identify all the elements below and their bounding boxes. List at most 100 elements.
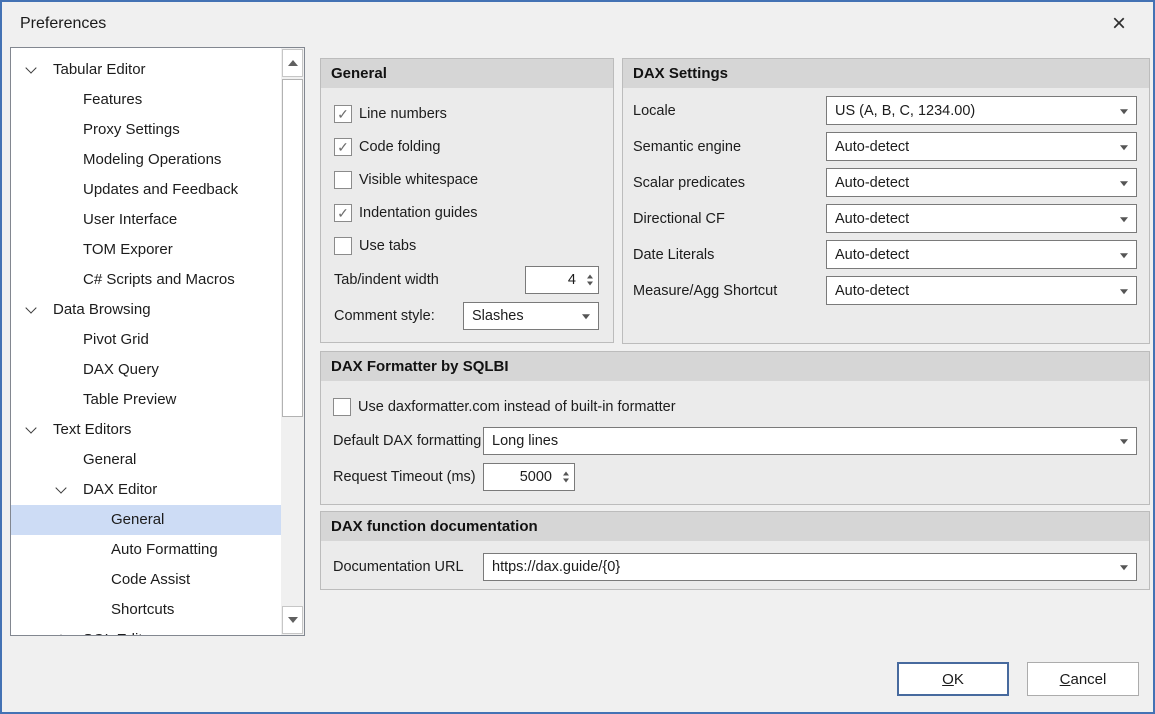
- tab-indent-width-row: Tab/indent width 4: [334, 266, 599, 294]
- use-daxformatter-row[interactable]: Use daxformatter.com instead of built-in…: [333, 397, 1137, 417]
- ok-button[interactable]: OK: [897, 662, 1009, 696]
- tree-item-c-scripts-and-macros[interactable]: C# Scripts and Macros: [11, 265, 281, 295]
- group-dax-docs-title: DAX function documentation: [321, 512, 1149, 541]
- setting-label: Measure/Agg Shortcut: [633, 283, 826, 299]
- tree-item-label: Data Browsing: [11, 295, 281, 325]
- tree-item-dax-query[interactable]: DAX Query: [11, 355, 281, 385]
- group-dax-docs: DAX function documentation Documentation…: [320, 511, 1150, 590]
- checkbox-checked-icon[interactable]: ✓: [334, 138, 352, 156]
- use-daxformatter-checkbox[interactable]: [333, 398, 351, 416]
- default-formatting-row: Default DAX formatting Long lines: [333, 427, 1137, 455]
- tree-item-features[interactable]: Features: [11, 85, 281, 115]
- tree-scrollbar[interactable]: [281, 48, 304, 635]
- preferences-dialog: Preferences × Tabular EditorFeaturesProx…: [0, 0, 1155, 714]
- checkbox-row-visible-whitespace[interactable]: Visible whitespace: [334, 163, 599, 196]
- tree-item-proxy-settings[interactable]: Proxy Settings: [11, 115, 281, 145]
- tree-item-general[interactable]: General: [11, 505, 281, 535]
- tree-item-modeling-operations[interactable]: Modeling Operations: [11, 145, 281, 175]
- documentation-url-combobox[interactable]: https://dax.guide/{0}: [483, 553, 1137, 581]
- date-literals-dropdown[interactable]: Auto-detect: [826, 240, 1137, 269]
- group-dax-settings-title: DAX Settings: [623, 59, 1149, 88]
- dropdown-value: Auto-detect: [835, 175, 909, 191]
- tree-item-label: Pivot Grid: [11, 325, 281, 355]
- scrollbar-thumb[interactable]: [282, 79, 303, 417]
- tree-item-shortcuts[interactable]: Shortcuts: [11, 595, 281, 625]
- tab-indent-width-spinner[interactable]: 4: [525, 266, 599, 294]
- tree-item-pivot-grid[interactable]: Pivot Grid: [11, 325, 281, 355]
- checkbox-row-indentation-guides[interactable]: ✓Indentation guides: [334, 196, 599, 229]
- tree-item-table-preview[interactable]: Table Preview: [11, 385, 281, 415]
- spin-up-icon[interactable]: [563, 472, 569, 476]
- scalar-predicates-dropdown[interactable]: Auto-detect: [826, 168, 1137, 197]
- default-formatting-label: Default DAX formatting: [333, 433, 483, 449]
- setting-row-locale: Locale US (A, B, C, 1234.00): [633, 96, 1137, 125]
- tree-item-updates-and-feedback[interactable]: Updates and Feedback: [11, 175, 281, 205]
- chevron-down-icon: [582, 314, 590, 319]
- chevron-down-icon: [1120, 217, 1128, 222]
- chevron-down-icon: [1120, 289, 1128, 294]
- tree-item-label: Updates and Feedback: [11, 175, 281, 205]
- spin-down-icon[interactable]: [563, 479, 569, 483]
- tree-item-tom-exporer[interactable]: TOM Exporer: [11, 235, 281, 265]
- spinner-arrows[interactable]: [563, 472, 569, 483]
- dropdown-value: Auto-detect: [835, 139, 909, 155]
- tree-item-label: DAX Query: [11, 355, 281, 385]
- directional-cf-dropdown[interactable]: Auto-detect: [826, 204, 1137, 233]
- spin-down-icon[interactable]: [587, 282, 593, 286]
- group-general-title: General: [321, 59, 613, 88]
- checkbox-checked-icon[interactable]: ✓: [334, 204, 352, 222]
- checkbox-checked-icon[interactable]: ✓: [334, 105, 352, 123]
- tree-item-dax-editor[interactable]: DAX Editor: [11, 475, 281, 505]
- spinner-value: 5000: [520, 469, 552, 485]
- checkbox-label: Code folding: [359, 139, 440, 155]
- tree-item-label: Code Assist: [11, 565, 281, 595]
- chevron-down-icon: [1120, 253, 1128, 258]
- request-timeout-label: Request Timeout (ms): [333, 469, 483, 485]
- close-icon[interactable]: ×: [1101, 8, 1137, 40]
- tree-item-tabular-editor[interactable]: Tabular Editor: [11, 55, 281, 85]
- title-bar[interactable]: Preferences ×: [2, 2, 1153, 46]
- comment-style-dropdown[interactable]: Slashes: [463, 302, 599, 330]
- checkbox-unchecked-icon[interactable]: [334, 237, 352, 255]
- checkbox-row-code-folding[interactable]: ✓ Code folding: [334, 130, 599, 163]
- tree-item-text-editors[interactable]: Text Editors: [11, 415, 281, 445]
- tree-item-data-browsing[interactable]: Data Browsing: [11, 295, 281, 325]
- semantic-engine-dropdown[interactable]: Auto-detect: [826, 132, 1137, 161]
- ok-button-label: OK: [942, 671, 964, 688]
- cancel-button-label: Cancel: [1060, 671, 1107, 688]
- spin-up-icon[interactable]: [587, 275, 593, 279]
- setting-label: Semantic engine: [633, 139, 826, 155]
- cancel-button[interactable]: Cancel: [1027, 662, 1139, 696]
- tree-item-label: DAX Editor: [11, 475, 281, 505]
- comment-style-row: Comment style: Slashes: [334, 302, 599, 330]
- checkbox-label: Line numbers: [359, 106, 447, 122]
- tree-item-label: General: [11, 505, 281, 535]
- setting-label: Locale: [633, 103, 826, 119]
- checkbox-row-line-numbers[interactable]: ✓ Line numbers: [334, 97, 599, 130]
- documentation-url-row: Documentation URL https://dax.guide/{0}: [333, 553, 1137, 581]
- dropdown-value: US (A, B, C, 1234.00): [835, 103, 975, 119]
- locale-dropdown[interactable]: US (A, B, C, 1234.00): [826, 96, 1137, 125]
- scroll-down-button[interactable]: [282, 606, 303, 634]
- default-formatting-dropdown[interactable]: Long lines: [483, 427, 1137, 455]
- group-dax-formatter-title: DAX Formatter by SQLBI: [321, 352, 1149, 381]
- default-formatting-value: Long lines: [492, 433, 558, 449]
- tree-item-sql-editor[interactable]: SQL Editor: [11, 625, 281, 635]
- tree-item-user-interface[interactable]: User Interface: [11, 205, 281, 235]
- spinner-arrows[interactable]: [587, 275, 593, 286]
- tree-item-label: Proxy Settings: [11, 115, 281, 145]
- scroll-up-button[interactable]: [282, 49, 303, 77]
- comment-style-value: Slashes: [472, 308, 524, 324]
- tree-item-general[interactable]: General: [11, 445, 281, 475]
- window-title: Preferences: [20, 15, 106, 33]
- measure-agg-shortcut-dropdown[interactable]: Auto-detect: [826, 276, 1137, 305]
- checkbox-row-use-tabs[interactable]: Use tabs: [334, 229, 599, 262]
- checkbox-unchecked-icon[interactable]: [334, 171, 352, 189]
- tree-item-label: User Interface: [11, 205, 281, 235]
- scroll-down-icon: [288, 617, 298, 623]
- tree-item-code-assist[interactable]: Code Assist: [11, 565, 281, 595]
- tree-item-auto-formatting[interactable]: Auto Formatting: [11, 535, 281, 565]
- dropdown-value: Auto-detect: [835, 283, 909, 299]
- chevron-down-icon: [1120, 145, 1128, 150]
- request-timeout-spinner[interactable]: 5000: [483, 463, 575, 491]
